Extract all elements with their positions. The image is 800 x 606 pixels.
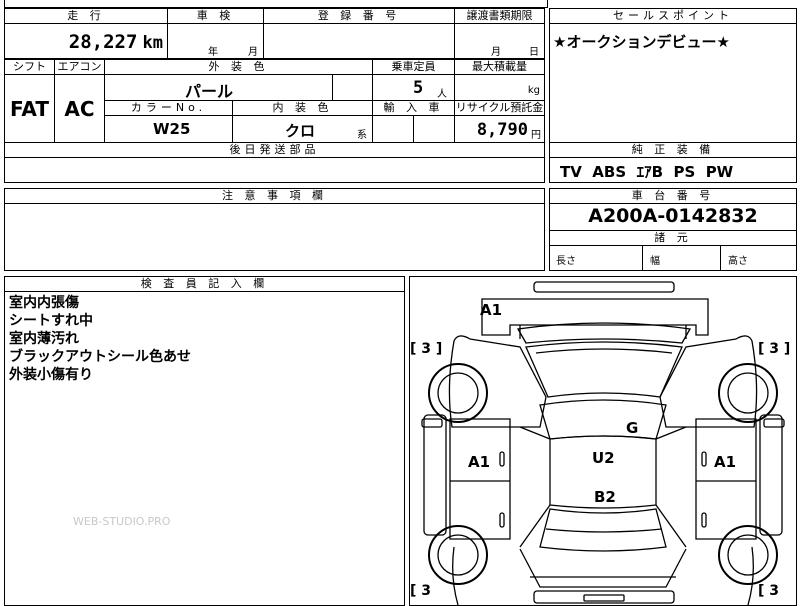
interior-color-label: 内 装 色 [233,101,373,116]
chassis-label: 車 台 番 号 [550,189,796,204]
front-damage-mark: A1 [480,301,503,319]
inspector-line: ブラックアウトシール色あせ [9,349,191,365]
mileage-value: 28,227 [68,31,138,53]
inspector-line: 外装小傷有り [9,367,93,383]
shift-label: シフト [5,60,55,75]
inspection-month-unit: 月 [248,47,258,58]
bracket-bottom-right: [ 3 [758,583,780,599]
transfer-block: 譲渡書類期限 月 日 [454,8,545,59]
recycle-cell: 8,790 円 [455,116,544,143]
inspection-label: 車 検 [168,9,263,24]
inspection-block: 車 検 年 月 [167,8,264,59]
roof-damage-mark: U2 [592,449,615,467]
capacity-value: 5 [413,78,424,98]
color-no-label: カラーNo. [105,101,233,116]
transfer-label: 譲渡書類期限 [455,9,544,24]
inspector-line: 室内内張傷 [9,295,79,311]
chassis-block: 車 台 番 号 A200A-0142832 諸 元 長さ 幅 高さ [549,188,797,271]
transfer-day-unit: 日 [529,47,539,58]
recycle-label: リサイクル預託金 [455,101,544,116]
registration-label: 登 録 番 号 [264,9,454,24]
max-load-unit: kg [527,85,540,96]
recycle-unit: 円 [531,130,541,141]
dimensions-label: 諸 元 [550,230,796,246]
later-parts-label: 後日発送部品 [5,143,544,158]
car-diagram: A1 [ 3 ] [ 3 ] A1 A1 G U2 B2 [ 3 [ 3 [409,276,797,606]
color-no-cell: W25 [105,116,233,143]
inspector-line: シートすれ中 [9,313,93,329]
exterior-color-label: 外 装 色 [105,60,373,75]
import-label: 輸 入 車 [373,101,455,116]
inspector-label: 検 査 員 記 入 欄 [5,277,404,292]
genuine-label: 純 正 装 備 [550,143,796,158]
selling-point-block: セールスポイント ★オークションデビュー★ [549,8,797,143]
chassis-value: A200A-0142832 [588,205,758,227]
shift-value: FAT [5,75,55,143]
capacity-label: 乗車定員 [373,60,455,75]
center-damage-mark: B2 [594,488,616,506]
bracket-top-left: [ 3 ] [410,341,443,357]
caution-label: 注 意 事 項 欄 [5,189,544,204]
car-outline [421,281,785,605]
color-no-value: W25 [153,120,191,138]
genuine-block: 純 正 装 備 TV ABS ｴｱB PS PW [549,142,797,183]
selling-point-label: セールスポイント [550,9,796,24]
registration-block: 登 録 番 号 [263,8,455,59]
transfer-month-unit: 月 [491,47,501,58]
right-damage-mark: A1 [714,453,737,471]
exterior-color-cell: パール [105,75,333,101]
glass-damage-mark: G [626,419,639,437]
inspector-line: 室内薄汚れ [9,331,79,347]
watermark: WEB-STUDIO.PRO [73,515,171,528]
interior-color-cell: クロ 系 [233,116,373,143]
inspector-block: 検 査 員 記 入 欄 室内内張傷 シートすれ中 室内薄汚れ ブラックアウトシー… [4,276,405,606]
capacity-cell: 5 人 [373,75,455,101]
interior-color-value: クロ [285,122,316,140]
caution-block: 注 意 事 項 欄 [4,188,545,271]
exterior-color-value: パール [185,82,234,101]
capacity-unit: 人 [437,89,447,100]
specs-block: シフト エアコン 外 装 色 乗車定員 最大積載量 FAT AC パール 5 人… [4,59,545,183]
aircon-value: AC [55,75,105,143]
selling-point-value: ★オークションデビュー★ [553,33,730,51]
recycle-value: 8,790 [476,120,528,140]
max-load-cell: kg [455,75,544,101]
bracket-top-right: [ 3 ] [758,341,791,357]
top-cut-strip [4,0,548,8]
bracket-bottom-left: [ 3 [410,583,432,599]
width-label: 幅 [650,256,660,267]
mileage-unit: km [142,33,163,53]
left-damage-mark: A1 [468,453,491,471]
dim-sep-2 [720,246,721,270]
mileage-block: 走 行 28,227 km [4,8,168,59]
mileage-value-row: 28,227 km [69,31,163,53]
exterior-color-extra [333,75,373,101]
max-load-label: 最大積載量 [455,60,544,75]
aircon-label: エアコン [55,60,105,75]
inspection-year-unit: 年 [208,47,218,58]
length-label: 長さ [556,256,576,267]
height-label: 高さ [728,256,748,267]
mileage-label: 走 行 [5,9,167,24]
genuine-value: TV ABS ｴｱB PS PW [560,163,734,181]
import-cell-b [414,116,455,143]
dim-sep-1 [642,246,643,270]
interior-color-suffix: 系 [357,130,367,141]
import-cell-a [373,116,414,143]
